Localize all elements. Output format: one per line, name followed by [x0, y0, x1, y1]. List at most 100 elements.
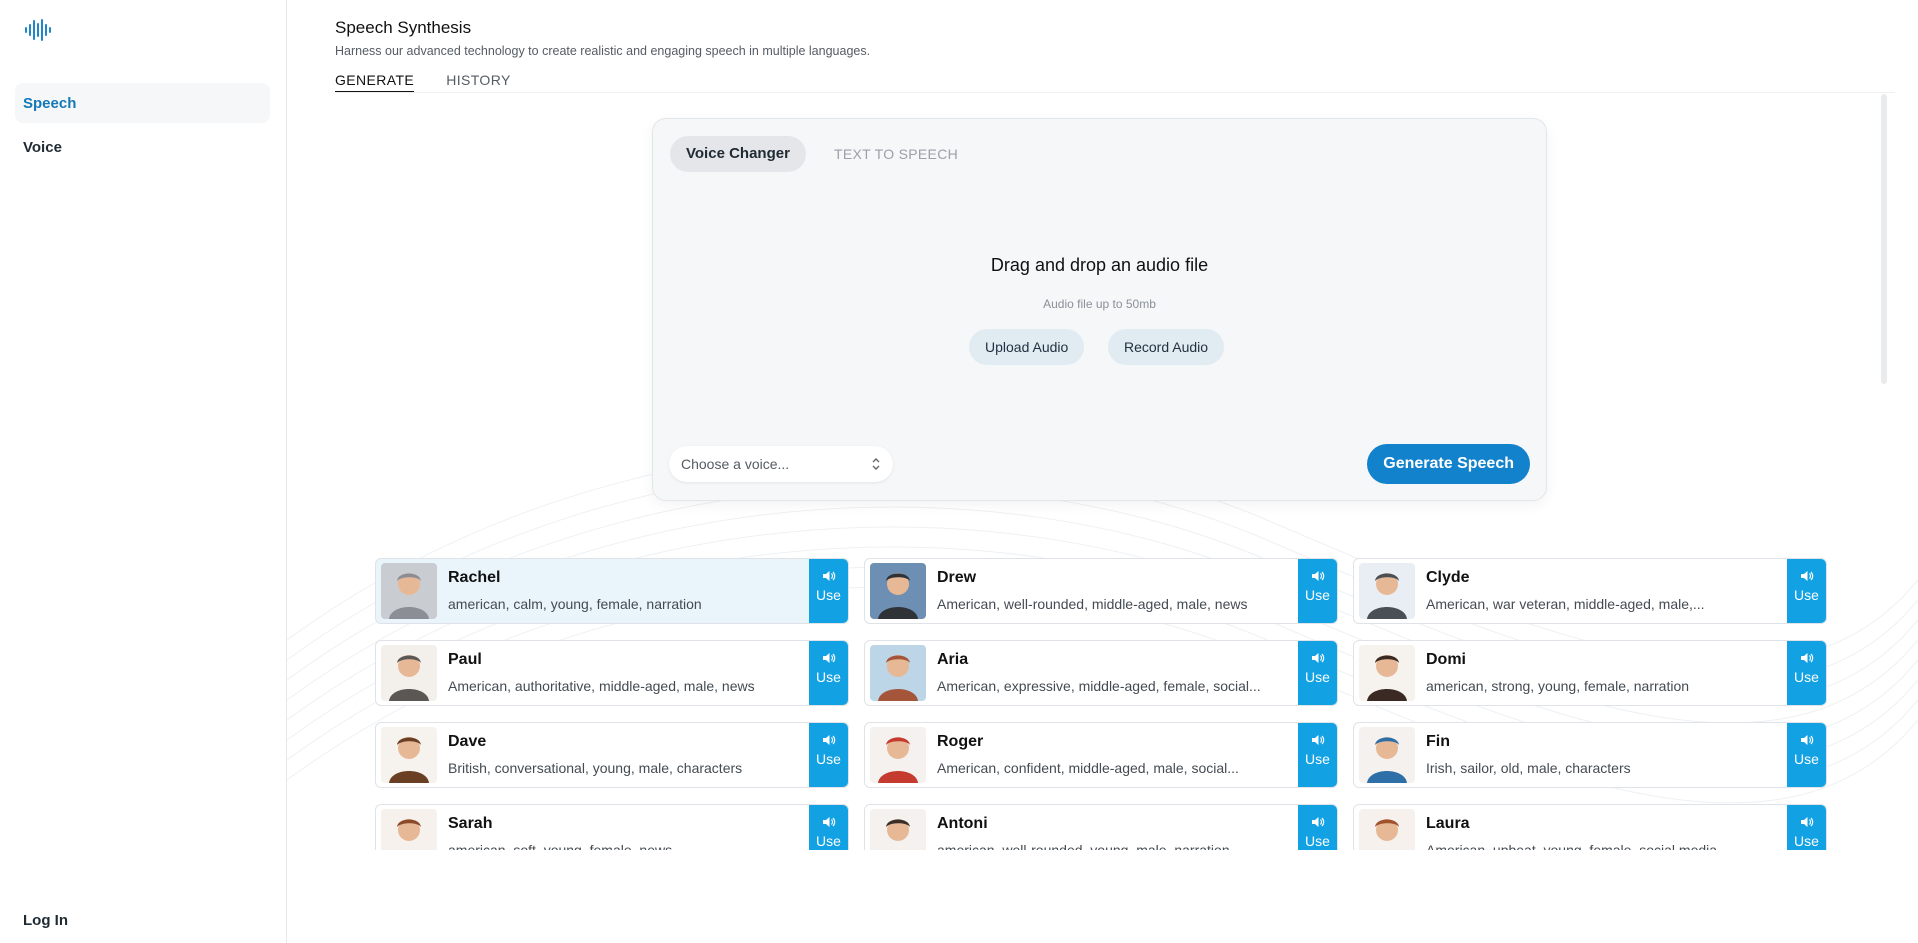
use-label: Use	[1305, 587, 1330, 603]
speaker-icon	[1800, 653, 1813, 663]
use-voice-button[interactable]: Use	[809, 723, 848, 787]
voice-card-laura[interactable]: Laura American, upbeat, young, female, so…	[1353, 804, 1827, 850]
voice-card-aria[interactable]: Aria American, expressive, middle-aged, f…	[864, 640, 1338, 706]
use-voice-button[interactable]: Use	[809, 641, 848, 705]
voice-description: American, upbeat, young, female, social …	[1426, 842, 1718, 850]
voice-changer-card: Voice Changer TEXT TO SPEECH Drag and dr…	[652, 118, 1547, 501]
voice-name: Clyde	[1426, 569, 1470, 586]
voice-list: Rachel american, calm, young, female, nar…	[375, 558, 1870, 850]
speaker-icon	[1800, 735, 1813, 745]
use-label: Use	[816, 669, 841, 685]
voice-description: Irish, sailor, old, male, characters	[1426, 760, 1631, 776]
use-label: Use	[1305, 833, 1330, 849]
avatar	[1359, 809, 1415, 850]
voice-name: Dave	[448, 733, 487, 750]
voice-description: american, well-rounded, young, male, nar…	[937, 842, 1230, 850]
voice-select[interactable]: Choose a voice...	[669, 446, 893, 482]
voice-description: American, war veteran, middle-aged, male…	[1426, 596, 1705, 612]
sidebar: Speech Voice Log In	[0, 0, 287, 943]
sidebar-item-voice[interactable]: Voice	[15, 127, 270, 167]
speaker-icon	[1311, 817, 1324, 827]
use-voice-button[interactable]: Use	[809, 559, 848, 623]
speaker-icon	[822, 817, 835, 827]
avatar	[1359, 645, 1415, 701]
dropzone-title: Drag and drop an audio file	[990, 255, 1209, 275]
use-label: Use	[1794, 587, 1819, 603]
use-voice-button[interactable]: Use	[1787, 641, 1826, 705]
use-label: Use	[816, 751, 841, 767]
avatar	[381, 727, 437, 783]
use-voice-button[interactable]: Use	[1787, 559, 1826, 623]
use-label: Use	[1794, 833, 1819, 849]
speaker-icon	[1311, 653, 1324, 663]
voice-name: Aria	[937, 651, 969, 668]
login-link[interactable]: Log In	[23, 912, 68, 929]
voice-card-dave[interactable]: Dave British, conversational, young, male…	[375, 722, 849, 788]
avatar	[381, 645, 437, 701]
use-voice-button[interactable]: Use	[1298, 641, 1337, 705]
use-label: Use	[816, 833, 841, 849]
use-label: Use	[1794, 669, 1819, 685]
dropzone-subtitle: Audio file up to 50mb	[1043, 297, 1156, 311]
use-voice-button[interactable]: Use	[1787, 805, 1826, 850]
avatar	[381, 809, 437, 850]
voice-name: Sarah	[448, 815, 493, 832]
sidebar-item-label: Speech	[23, 95, 77, 112]
use-voice-button[interactable]: Use	[1298, 723, 1337, 787]
tab-generate[interactable]: GENERATE	[335, 72, 415, 93]
speaker-icon	[1800, 571, 1813, 581]
voice-card-roger[interactable]: Roger American, confident, middle-aged, m…	[864, 722, 1338, 788]
avatar	[870, 727, 926, 783]
voice-name: Antoni	[937, 815, 988, 832]
speaker-icon	[1311, 571, 1324, 581]
voice-card-antoni[interactable]: Antoni american, well-rounded, young, mal…	[864, 804, 1338, 850]
record-audio-button[interactable]: Record Audio	[1108, 329, 1225, 365]
voice-card-clyde[interactable]: Clyde American, war veteran, middle-aged,…	[1353, 558, 1827, 624]
voice-description: american, strong, young, female, narrati…	[1426, 678, 1690, 694]
use-voice-button[interactable]: Use	[1298, 805, 1337, 850]
voice-name: Laura	[1426, 815, 1470, 832]
main-content: Speech Synthesis Harness our advanced te…	[287, 0, 1918, 943]
sidebar-item-label: Voice	[23, 139, 62, 156]
voice-description: American, expressive, middle-aged, femal…	[937, 678, 1261, 694]
generate-speech-button[interactable]: Generate Speech	[1367, 444, 1530, 484]
voice-description: American, well-rounded, middle-aged, mal…	[937, 596, 1248, 612]
voice-card-paul[interactable]: Paul American, authoritative, middle-aged…	[375, 640, 849, 706]
scrollbar[interactable]	[1881, 94, 1887, 384]
avatar	[870, 809, 926, 850]
avatar	[1359, 727, 1415, 783]
voice-card-domi[interactable]: Domi american, strong, young, female, nar…	[1353, 640, 1827, 706]
voice-card-fin[interactable]: Fin Irish, sailor, old, male, characters U…	[1353, 722, 1827, 788]
voice-description: american, soft, young, female, news	[448, 842, 673, 850]
segment-voice-changer[interactable]: Voice Changer	[670, 136, 806, 172]
tab-bar: GENERATE HISTORY	[335, 72, 511, 93]
use-voice-button[interactable]: Use	[1787, 723, 1826, 787]
avatar	[381, 563, 437, 619]
voice-name: Domi	[1426, 651, 1466, 668]
voice-description: British, conversational, young, male, ch…	[448, 760, 743, 776]
tab-history[interactable]: HISTORY	[446, 72, 511, 93]
use-voice-button[interactable]: Use	[1298, 559, 1337, 623]
speaker-icon	[822, 571, 835, 581]
chevron-up-down-icon	[872, 458, 880, 470]
voice-name: Rachel	[448, 569, 501, 586]
voice-card-rachel[interactable]: Rachel american, calm, young, female, nar…	[375, 558, 849, 624]
page-subtitle: Harness our advanced technology to creat…	[335, 44, 871, 58]
voice-name: Drew	[937, 569, 977, 586]
voice-description: American, authoritative, middle-aged, ma…	[448, 678, 755, 694]
voice-card-sarah[interactable]: Sarah american, soft, young, female, news…	[375, 804, 849, 850]
avatar	[870, 563, 926, 619]
voice-card-drew[interactable]: Drew American, well-rounded, middle-aged,…	[864, 558, 1338, 624]
use-label: Use	[816, 587, 841, 603]
use-voice-button[interactable]: Use	[809, 805, 848, 850]
speaker-icon	[822, 653, 835, 663]
sidebar-item-speech[interactable]: Speech	[15, 83, 270, 123]
use-label: Use	[1794, 751, 1819, 767]
speaker-icon	[822, 735, 835, 745]
soundwave-logo-icon[interactable]	[24, 19, 54, 41]
upload-audio-button[interactable]: Upload Audio	[969, 329, 1085, 365]
voice-name: Fin	[1426, 733, 1450, 750]
use-label: Use	[1305, 751, 1330, 767]
voice-select-placeholder: Choose a voice...	[681, 456, 790, 472]
segment-text-to-speech[interactable]: TEXT TO SPEECH	[834, 136, 958, 172]
